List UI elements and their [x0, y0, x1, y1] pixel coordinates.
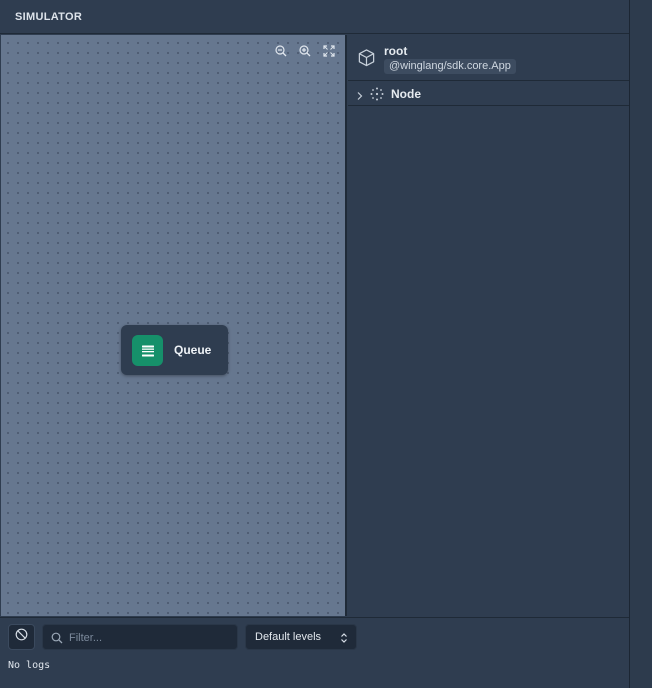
cube-icon	[357, 48, 376, 72]
search-icon	[51, 631, 63, 649]
filter-input[interactable]	[67, 628, 236, 648]
map-canvas[interactable]: Queue	[1, 35, 347, 616]
queue-icon	[132, 335, 163, 366]
filter-field[interactable]	[42, 624, 238, 650]
clear-logs-button[interactable]	[8, 624, 35, 650]
zoom-out-icon[interactable]	[273, 43, 289, 59]
tree-item-label: Node	[391, 87, 421, 101]
inspector-panel: root @winglang/sdk.core.App Node	[348, 35, 629, 616]
queue-node-label: Queue	[174, 343, 212, 357]
zoom-in-icon[interactable]	[297, 43, 313, 59]
logs-panel: Default levels No logs	[0, 617, 629, 688]
log-levels-select[interactable]: Default levels	[245, 624, 357, 650]
simulator-app: SIMULATOR Queue root @winglang/sdk.core.…	[0, 0, 630, 688]
log-levels-value: Default levels	[255, 631, 322, 643]
right-gutter	[630, 0, 652, 688]
chevron-updown-icon	[340, 631, 348, 649]
panel-title: SIMULATOR	[15, 11, 83, 23]
root-name: root	[384, 44, 408, 58]
panel-header: SIMULATOR	[0, 0, 629, 34]
root-resource[interactable]: root @winglang/sdk.core.App	[348, 35, 629, 81]
tree-item-node[interactable]: Node	[348, 82, 629, 106]
chevron-right-icon[interactable]	[356, 88, 364, 106]
queue-node[interactable]: Queue	[121, 325, 228, 375]
clear-logs-icon	[15, 628, 28, 646]
no-logs-text: No logs	[8, 660, 51, 671]
zoom-controls	[273, 43, 337, 59]
fit-view-icon[interactable]	[321, 43, 337, 59]
root-type-badge: @winglang/sdk.core.App	[384, 59, 516, 74]
node-dots-icon	[370, 87, 384, 106]
